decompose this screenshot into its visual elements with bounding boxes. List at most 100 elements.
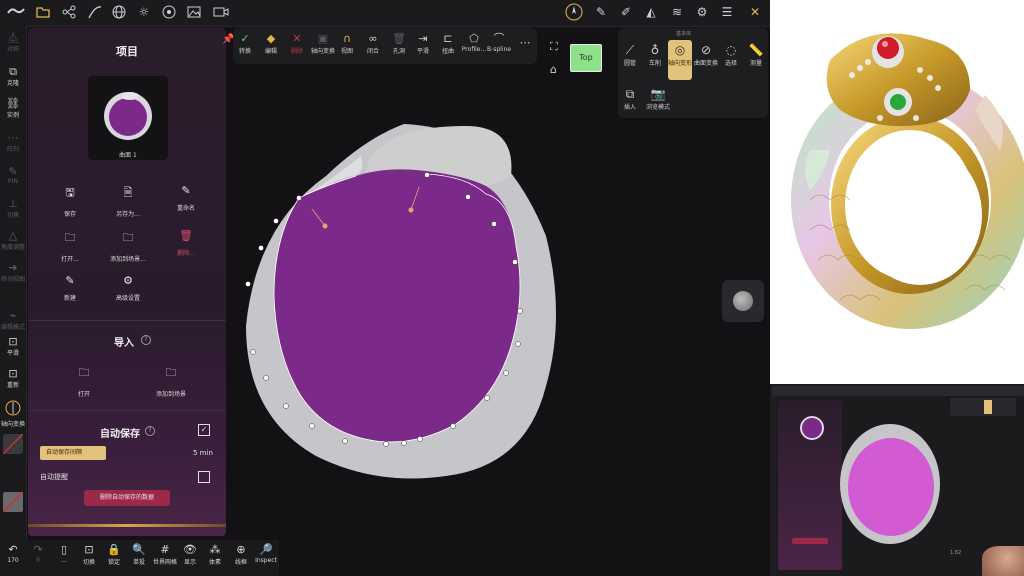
tool-edit[interactable]: ◆ 编辑 xyxy=(257,32,285,55)
control-point[interactable] xyxy=(250,349,256,355)
delete-button[interactable]: 🗑 删除... xyxy=(156,229,216,257)
tool-insert[interactable]: ⧉ 插入 xyxy=(618,86,642,111)
color-swatch-secondary[interactable] xyxy=(2,491,24,513)
paint-icon[interactable]: ✐ xyxy=(619,5,633,19)
layers-icon[interactable]: ≋ xyxy=(670,5,684,19)
rename-button[interactable]: ✎ 重命名 xyxy=(156,184,216,212)
control-point[interactable] xyxy=(424,172,430,178)
switch-button[interactable]: ⊡ 切换 xyxy=(76,543,102,566)
left-tool-array[interactable]: ⋯ 阵列 xyxy=(0,132,26,154)
autosave-interval-value[interactable]: 5 min xyxy=(193,449,213,457)
help-icon[interactable]: ? xyxy=(145,426,155,436)
more-tools-button[interactable]: ⋯ xyxy=(511,36,539,50)
save-button[interactable]: 🖫 保存 xyxy=(40,184,100,218)
import-add-to-scene-button[interactable]: 🗀 添加到场景 xyxy=(141,364,201,398)
shape-icon[interactable]: ◭ xyxy=(644,5,658,19)
left-tool-edit-mode[interactable]: ⌁ 编辑模式 xyxy=(0,310,26,332)
add-to-scene-button[interactable]: 🗀 添加到场景... xyxy=(98,229,158,263)
control-point[interactable] xyxy=(484,395,490,401)
control-point[interactable] xyxy=(465,194,471,200)
tool-smooth[interactable]: ⇥ 平滑 xyxy=(409,32,437,55)
tangent-point[interactable] xyxy=(408,207,414,213)
sun-icon[interactable]: ☼ xyxy=(137,5,151,19)
left-tool-smooth[interactable]: ⊡ 平滑 xyxy=(0,336,26,358)
control-point[interactable] xyxy=(273,218,279,224)
close-tools-icon[interactable]: ✕ xyxy=(748,5,762,19)
world-grid-button[interactable]: # 世界网格 xyxy=(150,543,180,566)
control-point[interactable] xyxy=(401,440,407,446)
open-button[interactable]: 🗀 打开... xyxy=(40,229,100,263)
left-tool-angle[interactable]: △ 角度调整 xyxy=(0,230,26,252)
folder-icon[interactable] xyxy=(36,5,50,19)
control-point[interactable] xyxy=(383,441,389,447)
orbit-control[interactable] xyxy=(722,280,764,322)
tool-measure[interactable]: 📏 测量 xyxy=(744,42,768,67)
tool-select[interactable]: ◌ 选择 xyxy=(719,42,743,67)
left-tool-switch[interactable]: ⊥ 切换 xyxy=(0,198,26,220)
display-button[interactable]: 👁 显示 xyxy=(177,543,203,566)
fullscreen-icon[interactable]: ⛶ xyxy=(550,40,558,54)
voxel-button[interactable]: ⁂ 体素 xyxy=(202,543,228,566)
tool-twist[interactable]: ⊏ 扭曲 xyxy=(434,32,462,55)
tool-view[interactable]: ∩ 视图 xyxy=(333,32,361,55)
autosave-prompt-checkbox[interactable] xyxy=(198,471,210,483)
tangent-point[interactable] xyxy=(322,223,328,229)
tool-lathe[interactable]: ♁ 车削 xyxy=(643,42,667,67)
save-as-button[interactable]: 🗎 另存为... xyxy=(98,184,158,218)
new-button[interactable]: ✎ 新建 xyxy=(40,274,100,302)
curve-icon[interactable] xyxy=(88,5,102,19)
control-point[interactable] xyxy=(512,259,518,265)
control-point[interactable] xyxy=(245,281,251,287)
tool-delete[interactable]: ✕ 删除 xyxy=(283,32,311,55)
import-open-button[interactable]: 🗀 打开 xyxy=(54,364,114,398)
graph-icon[interactable] xyxy=(62,5,76,19)
control-point[interactable] xyxy=(417,436,423,442)
logo-icon[interactable] xyxy=(7,5,25,19)
settings-icon[interactable]: ⚙ xyxy=(695,5,709,19)
material-icon[interactable] xyxy=(162,5,176,19)
pen-icon[interactable]: ✎ xyxy=(594,5,608,19)
left-tool-redo[interactable]: ⊡ 重新 xyxy=(0,368,26,390)
left-tool-instance[interactable]: ⛓ 实例 xyxy=(0,98,26,120)
control-point[interactable] xyxy=(491,221,497,227)
tool-bspline[interactable]: ⌒ B-spline xyxy=(484,32,514,53)
orbit-knob-icon[interactable] xyxy=(733,291,753,311)
redo-button[interactable]: ↷ 0 xyxy=(25,543,51,564)
control-point[interactable] xyxy=(296,195,302,201)
sliders-icon[interactable]: ☰ xyxy=(720,5,734,19)
tool-browse-mode[interactable]: 📷 浏览模式 xyxy=(642,86,674,111)
help-icon[interactable]: ? xyxy=(141,335,151,345)
control-point[interactable] xyxy=(283,403,289,409)
tool-close[interactable]: ∞ 闭合 xyxy=(359,32,387,55)
inspect-button[interactable]: 🔎 Inspect xyxy=(253,543,279,564)
undo-button[interactable]: ↶ 170 xyxy=(0,543,26,564)
control-point[interactable] xyxy=(263,375,269,381)
autosave-checkbox[interactable]: ✓ xyxy=(198,424,210,436)
wireframe-button[interactable]: ⊕ 线框 xyxy=(228,543,254,566)
control-point[interactable] xyxy=(309,423,315,429)
device-button[interactable]: ▯... xyxy=(51,543,77,564)
left-tool-move-view[interactable]: ➜ 移动视图 xyxy=(0,262,26,284)
tool-surface-transform[interactable]: ⊘ 曲面变换 xyxy=(694,42,718,67)
image-icon[interactable] xyxy=(187,5,201,19)
project-thumbnail[interactable]: 曲面 1 xyxy=(88,76,168,160)
lock-button[interactable]: 🔒 锁定 xyxy=(101,543,127,566)
control-point[interactable] xyxy=(515,341,521,347)
control-point[interactable] xyxy=(517,308,523,314)
tool-axial-deform[interactable]: ◎ 轴向变形 xyxy=(668,40,692,80)
control-point[interactable] xyxy=(450,423,456,429)
advanced-settings-button[interactable]: ⚙ 高级设置 xyxy=(98,274,158,302)
home-icon[interactable]: ⌂ xyxy=(550,63,557,76)
control-point[interactable] xyxy=(503,370,509,376)
left-tool-symmetry[interactable]: ⏅ 对称 xyxy=(0,32,26,54)
single-project-button[interactable]: 🔍 单投 xyxy=(126,543,152,566)
tool-convert[interactable]: ✓ 转换 xyxy=(231,32,259,55)
left-tool-axial-transform[interactable]: 轴向变换 xyxy=(0,400,26,428)
left-tool-pin[interactable]: ✎ PIN xyxy=(0,166,26,186)
delete-autosave-button[interactable]: 删除自动保存的数据 xyxy=(84,490,170,506)
tool-tube[interactable]: ⟋ 圆管 xyxy=(618,42,642,67)
globe-icon[interactable] xyxy=(112,5,126,19)
view-cube-top[interactable]: Top xyxy=(570,44,602,72)
compass-icon[interactable] xyxy=(565,3,583,21)
autosave-interval-field[interactable]: 自动保存间隔 xyxy=(40,446,106,460)
